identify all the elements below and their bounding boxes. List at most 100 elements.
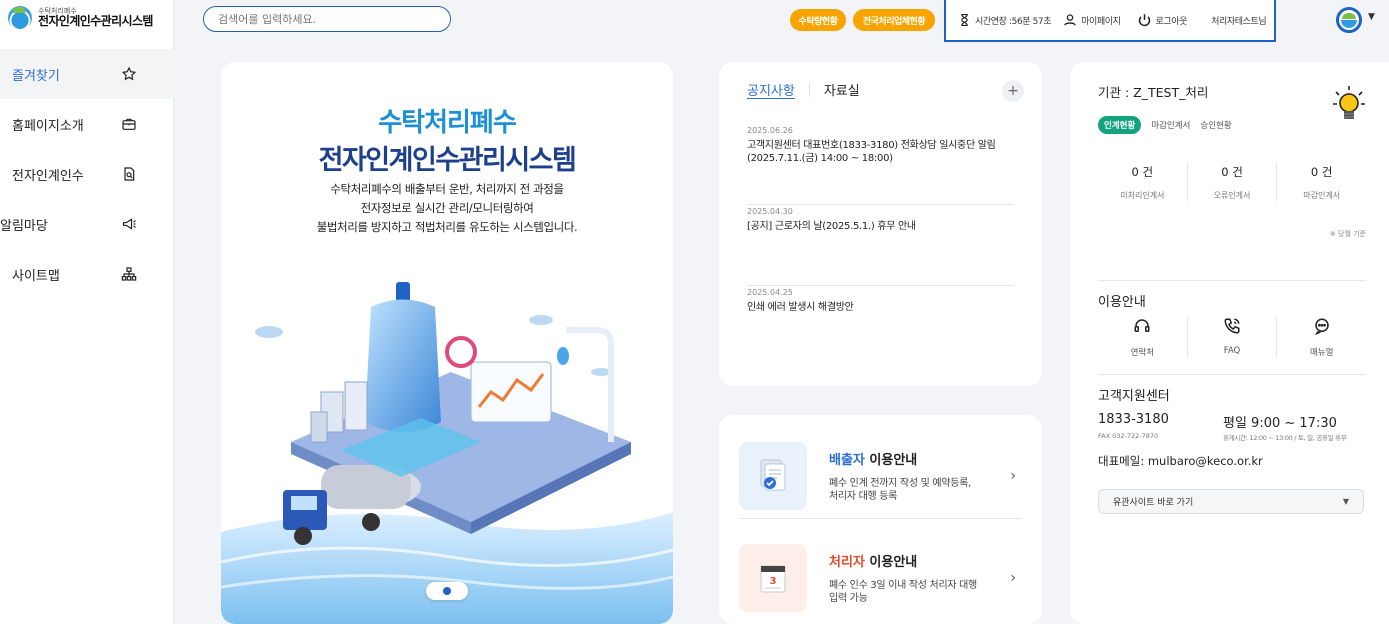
usage-label: 연락처 xyxy=(1130,348,1155,358)
stat-value: 0 건 xyxy=(1310,165,1333,179)
hero-banner: 수탁처리폐수 전자인계인수관리시스템 수탁처리폐수의 배출부터 운반, 처리까지… xyxy=(221,62,673,624)
tab-divider xyxy=(808,82,810,97)
headset-icon xyxy=(1134,319,1150,332)
stat-error[interactable]: 0 건 오류인계서 xyxy=(1188,164,1278,201)
support-hours: 평일 9:00 ~ 17:30 xyxy=(1223,416,1337,431)
sidebar-nav: 즐겨찾기 홈페이지소개 전자인계인수 알림마당 사이트맵 xyxy=(0,49,174,299)
related-sites-label: 유관사이트 바로 가기 xyxy=(1113,498,1194,508)
carousel-indicator[interactable] xyxy=(426,582,468,600)
user-icon xyxy=(1064,14,1077,26)
discharger-guide-link[interactable]: 배출자 이용안내 폐수 인계 전까지 작성 및 예약등록, 처리자 대행 등록 … xyxy=(739,433,1022,519)
faq-link[interactable]: FAQ xyxy=(1188,317,1278,358)
tab-approval-status[interactable]: 승인현황 xyxy=(1200,119,1231,131)
usage-label: 매뉴얼 xyxy=(1309,348,1334,358)
tab-library[interactable]: 자료실 xyxy=(824,80,860,99)
notice-date: 2025.04.30 xyxy=(747,207,793,216)
processor-guide-link[interactable]: 3 처리자 이용안내 폐수 인수 3일 이내 작성 처리자 대행 입력 가능 › xyxy=(739,535,1022,621)
notice-title-cont: (2025.7.11.(금) 14:00 ~ 18:00) xyxy=(747,153,893,164)
notice-title: [공지] 근로자의 날(2025.5.1.) 휴무 안내 xyxy=(747,221,916,232)
hero-desc-line: 수탁처리폐수의 배출부터 운반, 처리까지 전 과정을 xyxy=(330,182,564,196)
divider xyxy=(1098,280,1366,281)
carousel-dot[interactable] xyxy=(443,587,451,595)
mypage-button[interactable]: 마이페이지 xyxy=(1063,13,1121,27)
sidebar-item-about[interactable]: 홈페이지소개 xyxy=(0,99,174,149)
sidebar-item-label: 사이트맵 xyxy=(12,268,60,284)
processor-guide-title: 처리자 이용안내 xyxy=(829,551,1010,570)
consignment-status-button[interactable]: 수탁량현황 xyxy=(790,9,846,31)
stat-unprocessed[interactable]: 0 건 미처리인계서 xyxy=(1098,164,1188,201)
tab-handover-status[interactable]: 인계현황 xyxy=(1098,116,1142,134)
session-timer-label: 시간연장 :56분 57초 xyxy=(975,16,1052,27)
sidebar-item-favorites[interactable]: 즐겨찾기 xyxy=(0,49,174,99)
lightbulb-icon xyxy=(1332,84,1366,128)
sitemap-icon xyxy=(120,265,138,283)
sidebar-item-label: 홈페이지소개 xyxy=(12,118,84,134)
chevron-right-icon: › xyxy=(1010,467,1016,484)
notice-date: 2025.06.26 xyxy=(747,126,793,135)
notice-list: 2025.06.26 고객지원센터 대표번호(1833-3180) 전화상담 일… xyxy=(747,124,1014,367)
power-icon xyxy=(1138,13,1150,26)
stat-label: 마감인계서 xyxy=(1303,191,1341,200)
tab-notice[interactable]: 공지사항 xyxy=(747,80,795,99)
sidebar-item-label: 알림마당 xyxy=(0,218,48,234)
svg-text:3: 3 xyxy=(770,576,777,587)
usage-title: 이용안내 xyxy=(1098,295,1146,310)
notice-date: 2025.04.25 xyxy=(747,288,793,297)
logo-title: 전자인계인수관리시스템 xyxy=(38,14,153,29)
national-processors-button[interactable]: 전국처리업체현황 xyxy=(853,9,935,31)
megaphone-icon xyxy=(120,215,138,233)
notice-title: 고객지원센터 대표번호(1833-3180) 전화상담 일시중단 알림 xyxy=(747,140,996,151)
stat-label: 미처리인계서 xyxy=(1120,191,1165,200)
usage-label: FAQ xyxy=(1223,346,1241,356)
document-search-icon xyxy=(120,165,138,183)
tab-closed-handover[interactable]: 마감인계서 xyxy=(1151,119,1190,131)
avatar[interactable] xyxy=(1336,7,1362,33)
related-sites-select[interactable]: 유관사이트 바로 가기 ▼ xyxy=(1098,489,1364,514)
hero-title-top: 수탁처리폐수 xyxy=(378,108,517,138)
chevron-down-icon: ▼ xyxy=(1342,497,1349,506)
sidebar-item-sitemap[interactable]: 사이트맵 xyxy=(0,249,174,299)
contact-link[interactable]: 연락처 xyxy=(1098,317,1188,358)
support-phone: 1833-3180 xyxy=(1098,412,1169,427)
stat-closed[interactable]: 0 건 마감인계서 xyxy=(1277,164,1366,201)
chevron-down-icon[interactable]: ▼ xyxy=(1368,12,1375,22)
support-email: 대표메일: mulbaro@keco.or.kr xyxy=(1098,454,1263,468)
manual-link[interactable]: 매뉴얼 xyxy=(1277,317,1366,358)
stat-value: 0 건 xyxy=(1221,165,1243,179)
user-name-label: 처리자테스트님 xyxy=(1211,16,1267,27)
sidebar-item-notice-board[interactable]: 알림마당 xyxy=(0,199,174,249)
star-icon xyxy=(120,65,138,83)
mypage-label: 마이페이지 xyxy=(1081,16,1121,27)
divider xyxy=(1098,374,1366,375)
list-item[interactable]: 2025.04.25 인쇄 에러 발생시 해결방안 xyxy=(747,286,1014,367)
stat-label: 오류인계서 xyxy=(1213,191,1251,200)
briefcase-icon xyxy=(120,115,138,133)
organization-name: 기관 : Z_TEST_처리 xyxy=(1098,85,1209,100)
status-tabs: 인계현황 마감인계서 승인현황 xyxy=(1098,116,1232,134)
search-input[interactable] xyxy=(203,6,451,32)
list-item[interactable]: 2025.06.26 고객지원센터 대표번호(1833-3180) 전화상담 일… xyxy=(747,124,1014,205)
hero-description: 수탁처리폐수의 배출부터 운반, 처리까지 전 과정을 전자정보로 실시간 관리… xyxy=(221,180,673,237)
stats-row: 0 건 미처리인계서 0 건 오류인계서 0 건 마감인계서 xyxy=(1098,164,1366,201)
sidebar: 수탁처리폐수 전자인계인수관리시스템 즐겨찾기 홈페이지소개 전자인계인수 알림… xyxy=(0,0,174,624)
session-extend-button[interactable]: 시간연장 :56분 57초 xyxy=(958,13,1052,27)
notice-panel: 공지사항 자료실 + 2025.06.26 고객지원센터 대표번호(1833-3… xyxy=(719,62,1042,386)
dashboard-panel: 기관 : Z_TEST_처리 인계현황 마감인계서 승인현황 0 건 미처리인계… xyxy=(1070,62,1389,624)
discharger-guide-desc: 폐수 인계 전까지 작성 및 예약등록, 처리자 대행 등록 xyxy=(829,477,971,502)
sidebar-item-label: 즐겨찾기 xyxy=(12,68,60,84)
list-item[interactable]: 2025.04.30 [공지] 근로자의 날(2025.5.1.) 휴무 안내 xyxy=(747,205,1014,286)
processor-label: 처리자 xyxy=(829,555,865,570)
customer-center-title: 고객지원센터 xyxy=(1098,389,1170,404)
discharger-label: 배출자 xyxy=(829,452,865,468)
calendar-icon: 3 xyxy=(739,544,807,612)
logout-button[interactable]: 로그아웃 xyxy=(1137,13,1187,28)
logo-icon xyxy=(8,6,32,30)
hero-desc-line: 전자정보로 실시간 관리/모니터링하여 xyxy=(360,201,534,215)
guide-title-rest: 이용안내 xyxy=(864,452,918,468)
document-check-icon xyxy=(739,441,807,510)
more-button[interactable]: + xyxy=(1002,80,1024,102)
sidebar-item-e-handover[interactable]: 전자인계인수 xyxy=(0,149,174,199)
usage-links: 연락처 FAQ 매뉴얼 xyxy=(1098,317,1366,358)
site-logo[interactable]: 수탁처리폐수 전자인계인수관리시스템 xyxy=(8,6,153,30)
support-fax: FAX 032-722-7870 xyxy=(1098,432,1159,440)
